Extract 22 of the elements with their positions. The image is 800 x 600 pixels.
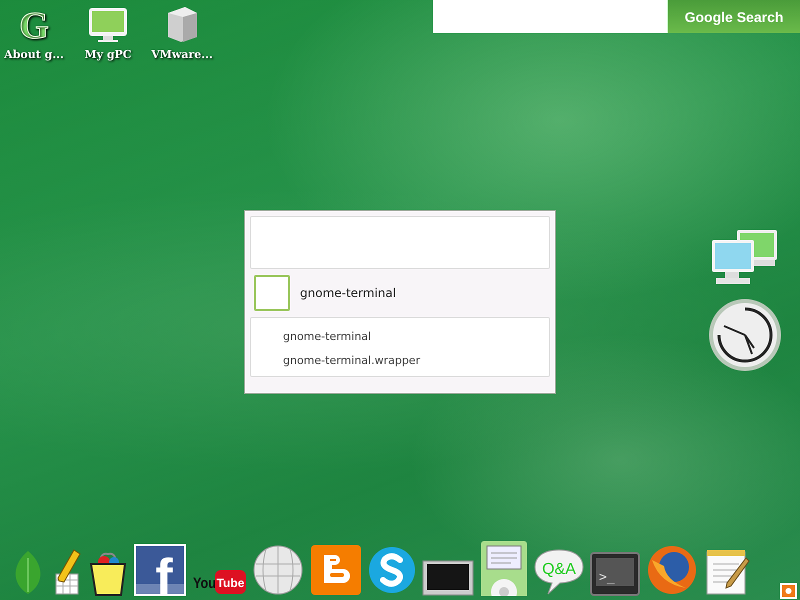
search-field[interactable] [433, 0, 667, 33]
clock-icon[interactable] [708, 298, 782, 372]
search-button[interactable]: Google Search [667, 0, 800, 33]
match-item[interactable]: gnome-terminal [251, 324, 549, 348]
command-field[interactable] [250, 216, 550, 269]
b-tile-icon[interactable] [310, 544, 362, 596]
shopping-bag-icon[interactable] [88, 550, 128, 596]
result-label: gnome-terminal [300, 286, 396, 300]
tray-icon[interactable] [780, 583, 797, 599]
box-icon [165, 4, 199, 44]
fox-globe-icon[interactable] [646, 544, 698, 596]
terminal-icon[interactable]: >_ [590, 552, 640, 596]
globe-icon[interactable] [252, 544, 304, 596]
match-item[interactable]: gnome-terminal.wrapper [251, 348, 549, 372]
notepad-icon[interactable] [704, 548, 750, 596]
monitor-icon[interactable] [422, 560, 474, 596]
f-tile-icon[interactable]: f [134, 544, 186, 596]
s-tile-icon[interactable] [368, 544, 416, 596]
app-icon-frame [254, 275, 290, 311]
letter-logo-icon: G [16, 4, 52, 44]
pencil-calendar-icon[interactable] [54, 548, 82, 596]
media-player-icon[interactable] [480, 540, 528, 596]
